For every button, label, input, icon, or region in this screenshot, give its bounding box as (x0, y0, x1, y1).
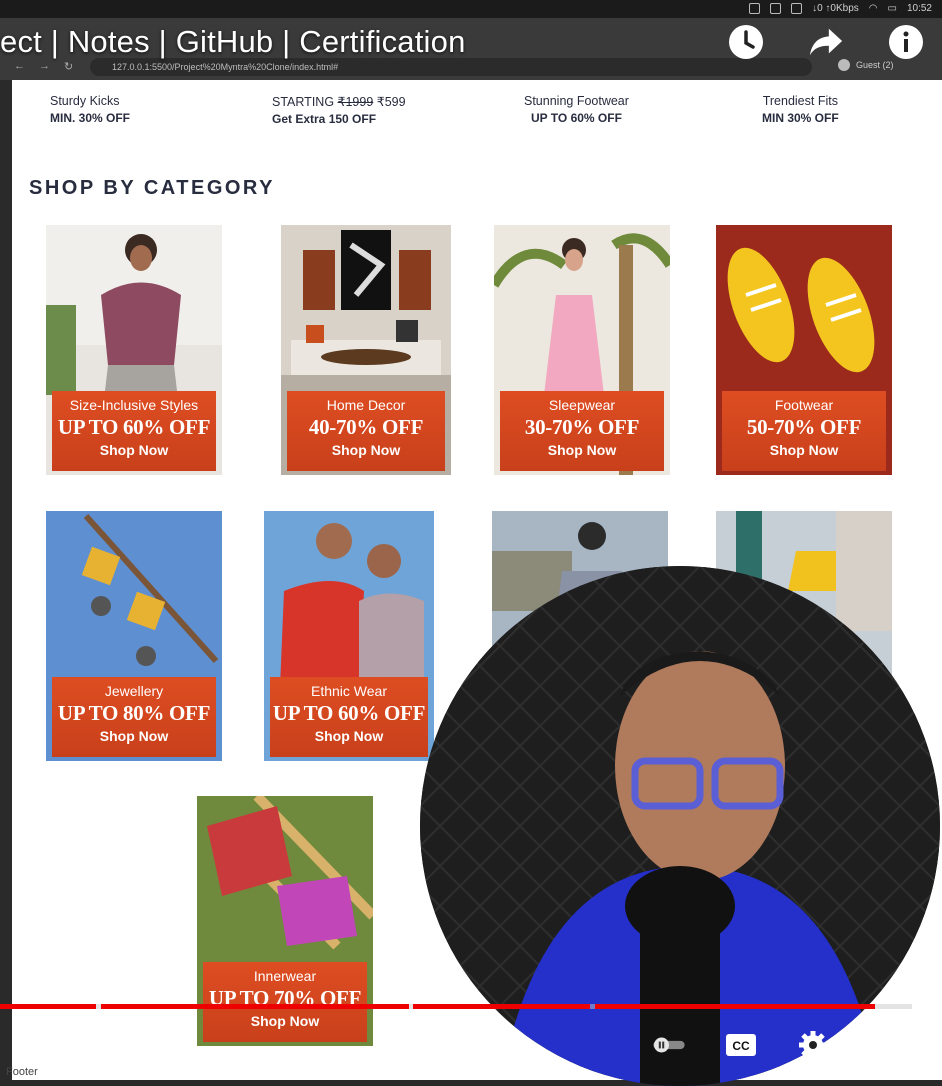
offer-badge: Footwear 50-70% OFF Shop Now (722, 391, 886, 471)
category-name: Footwear (774, 397, 834, 413)
captions-button[interactable]: CC (724, 1030, 758, 1060)
category-offer: UP TO 60% OFF (272, 701, 426, 725)
category-card[interactable]: Sleepwear 30-70% OFF Shop Now (494, 225, 670, 475)
browser-nav: ← → ↻ (14, 60, 73, 73)
offer-badge: Home Decor 40-70% OFF Shop Now (287, 391, 445, 471)
promo-prefix: STARTING (272, 95, 338, 109)
promo-item[interactable]: Trendiest Fits MIN 30% OFF (762, 94, 839, 125)
video-progress-bar[interactable] (0, 1004, 912, 1010)
category-offer: UP TO 60% OFF (57, 415, 211, 439)
cc-label: CC (732, 1039, 750, 1053)
offer-badge: Size-Inclusive Styles UP TO 60% OFF Shop… (52, 391, 216, 471)
promo-title: STARTING ₹1999 ₹599 (272, 94, 406, 109)
category-name: Home Decor (326, 397, 406, 413)
promo-offer: UP TO 60% OFF (531, 111, 622, 125)
offer-badge: Innerwear UP TO 70% OFF Shop Now (203, 962, 367, 1042)
left-edge (0, 80, 12, 1080)
offer-badge: Ethnic Wear UP TO 60% OFF Shop Now (270, 677, 428, 757)
info-icon[interactable] (888, 24, 924, 60)
shop-now-button[interactable]: Shop Now (52, 728, 216, 744)
progress-segment (595, 1004, 875, 1009)
progress-segment (101, 1004, 409, 1009)
reload-icon[interactable]: ↻ (64, 60, 73, 73)
progress-segment (0, 1004, 96, 1009)
exit-fullscreen-icon[interactable] (868, 1030, 902, 1060)
category-card[interactable]: Jewellery UP TO 80% OFF Shop Now (46, 511, 222, 761)
promo-item[interactable]: Sturdy Kicks MIN. 30% OFF (50, 94, 130, 125)
shop-now-button[interactable]: Shop Now (287, 442, 445, 458)
category-name: Innerwear (253, 968, 317, 984)
old-price: ₹1999 (337, 95, 374, 109)
app-icon (791, 3, 803, 14)
settings-gear-icon[interactable] (796, 1030, 830, 1060)
clock-icon[interactable] (728, 24, 764, 60)
forward-icon[interactable]: → (39, 60, 50, 73)
category-offer: 50-70% OFF (746, 415, 862, 439)
app-icon (749, 3, 761, 14)
offer-badge: Jewellery UP TO 80% OFF Shop Now (52, 677, 216, 757)
category-offer: UP TO 80% OFF (57, 701, 211, 725)
shop-now-button[interactable]: Shop Now (500, 442, 664, 458)
promo-title: Stunning Footwear (524, 94, 629, 108)
shop-now-button[interactable]: Shop Now (270, 728, 428, 744)
footer-label: Footer (6, 1066, 38, 1078)
category-card[interactable]: Footwear 50-70% OFF Shop Now (716, 225, 892, 475)
video-title[interactable]: ect | Notes | GitHub | Certification (0, 24, 466, 60)
category-name: Ethnic Wear (311, 683, 387, 699)
system-status-bar: ↓0 ↑0Kbps ◠ ▭ 10:52 (0, 0, 942, 18)
promo-title: Sturdy Kicks (50, 94, 120, 108)
progress-segment (413, 1004, 590, 1009)
promo-item[interactable]: STARTING ₹1999 ₹599 Get Extra 150 OFF (272, 94, 406, 126)
shop-now-button[interactable]: Shop Now (203, 1013, 367, 1029)
battery-icon: ▭ (887, 3, 897, 14)
new-price: ₹599 (373, 95, 406, 109)
profile-button[interactable]: Guest (2) (838, 59, 894, 71)
promo-item[interactable]: Stunning Footwear UP TO 60% OFF (524, 94, 629, 125)
promo-strip: Sturdy Kicks MIN. 30% OFF STARTING ₹1999… (12, 80, 942, 140)
category-name: Sleepwear (548, 397, 616, 413)
promo-offer: Get Extra 150 OFF (272, 112, 377, 126)
offer-badge: Sleepwear 30-70% OFF Shop Now (500, 391, 664, 471)
section-title: SHOP BY CATEGORY (29, 177, 275, 199)
autoplay-toggle[interactable] (652, 1030, 686, 1060)
share-icon[interactable] (808, 24, 844, 60)
promo-offer: MIN. 30% OFF (50, 111, 131, 125)
avatar (838, 59, 850, 71)
player-controls: CC (652, 1030, 902, 1060)
category-card[interactable]: Home Decor 40-70% OFF Shop Now (281, 225, 451, 475)
back-icon[interactable]: ← (14, 60, 25, 73)
wifi-icon: ◠ (868, 3, 878, 14)
video-top-actions (728, 24, 924, 60)
category-card[interactable]: Ethnic Wear UP TO 60% OFF Shop Now (264, 511, 434, 761)
app-icon (770, 3, 782, 14)
promo-offer: MIN 30% OFF (762, 111, 839, 125)
network-speed: ↓0 ↑0Kbps (812, 3, 859, 14)
shop-now-button[interactable]: Shop Now (722, 442, 886, 458)
address-bar[interactable]: 127.0.0.1:5500/Project%20Myntra%20Clone/… (90, 58, 812, 76)
category-name: Jewellery (104, 683, 164, 699)
category-offer: 30-70% OFF (524, 415, 640, 439)
category-offer: 40-70% OFF (308, 415, 424, 439)
shop-now-button[interactable]: Shop Now (52, 442, 216, 458)
promo-title: Trendiest Fits (762, 94, 838, 108)
category-card[interactable]: Size-Inclusive Styles UP TO 60% OFF Shop… (46, 225, 222, 475)
clock-time: 10:52 (906, 3, 932, 14)
category-name: Size-Inclusive Styles (69, 397, 199, 413)
profile-label: Guest (2) (856, 60, 894, 70)
